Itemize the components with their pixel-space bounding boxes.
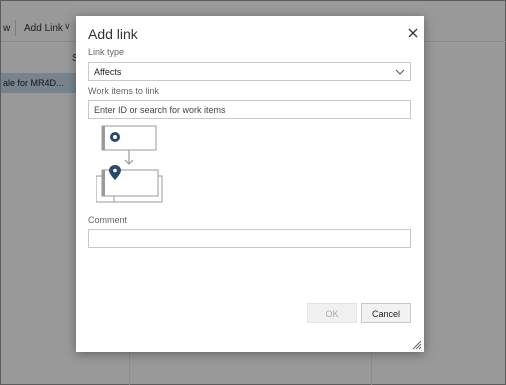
dialog-title: Add link [88, 26, 138, 42]
chevron-down-icon [395, 69, 405, 75]
link-type-diagram [96, 125, 163, 203]
ok-button[interactable]: OK [307, 303, 357, 323]
close-icon[interactable] [406, 26, 420, 40]
link-type-select[interactable]: Affects [88, 62, 411, 81]
cancel-button[interactable]: Cancel [361, 303, 411, 323]
comment-input[interactable] [88, 229, 411, 248]
work-items-input[interactable]: Enter ID or search for work items [88, 100, 411, 119]
resize-grip-icon[interactable] [410, 338, 422, 350]
link-type-value: Affects [94, 67, 122, 77]
add-link-dialog: Add link Link type Affects Work items to… [76, 16, 424, 352]
work-items-label: Work items to link [88, 86, 159, 96]
comment-label: Comment [88, 215, 128, 225]
link-type-label: Link type [88, 47, 125, 57]
